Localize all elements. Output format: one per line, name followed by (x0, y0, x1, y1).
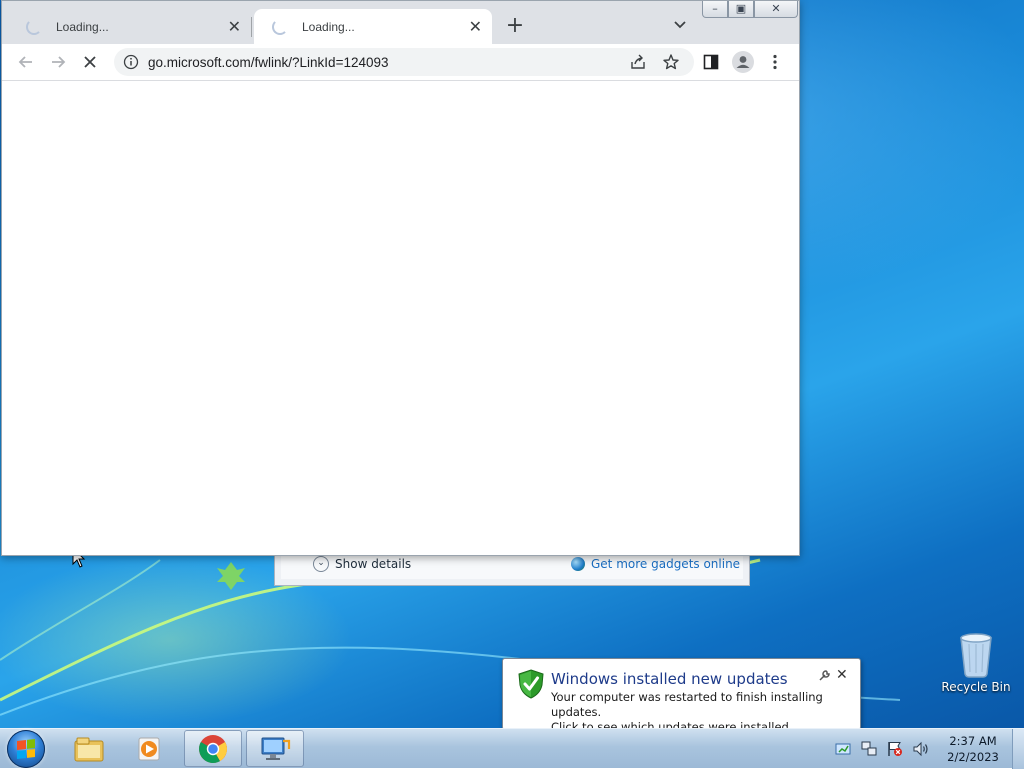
get-more-gadgets-label: Get more gadgets online (591, 557, 741, 571)
taskbar-remote-desktop[interactable] (246, 730, 304, 767)
profile-avatar-icon[interactable] (732, 51, 754, 73)
kebab-menu-icon[interactable] (766, 53, 784, 71)
volume-icon[interactable] (912, 740, 930, 758)
info-icon[interactable] (123, 54, 139, 70)
wrench-icon[interactable] (817, 669, 831, 683)
clock-time: 2:37 AM (949, 734, 997, 748)
url-text: go.microsoft.com/fwlink/?LinkId=124093 (148, 54, 389, 70)
chevron-down-icon: ⌄ (313, 556, 329, 572)
globe-icon (571, 557, 585, 571)
notification-close-icon[interactable]: ✕ (836, 667, 848, 683)
stop-loading-icon[interactable] (80, 52, 100, 72)
tab-2-close-icon[interactable]: ✕ (469, 17, 482, 37)
windows-logo-icon (17, 739, 35, 759)
recycle-bin-label: Recycle Bin (941, 680, 1011, 694)
back-arrow-icon[interactable] (16, 52, 36, 72)
system-clock[interactable]: 2:37 AM 2/2/2023 (938, 733, 1008, 765)
side-panel-icon[interactable] (702, 53, 720, 71)
notification-title: Windows installed new updates (551, 670, 788, 688)
notification-line-1: Your computer was restarted to finish in… (551, 690, 823, 719)
windows-update-tray-icon[interactable] (834, 740, 852, 758)
system-tray (834, 737, 930, 761)
loading-spinner-icon (26, 18, 42, 35)
page-viewport[interactable] (2, 81, 799, 555)
network-icon[interactable] (860, 740, 878, 758)
browser-toolbar: go.microsoft.com/fwlink/?LinkId=124093 (2, 44, 799, 81)
bookmark-star-icon[interactable] (662, 53, 680, 71)
action-center-flag-icon[interactable] (886, 740, 904, 758)
minimize-button[interactable]: – (702, 1, 728, 18)
tab-2-title: Loading... (302, 19, 355, 34)
taskbar-media-player[interactable] (120, 730, 178, 767)
new-tab-button[interactable]: + (502, 13, 528, 39)
chrome-browser-window[interactable]: Loading... ✕ Loading... ✕ + – ▣ ✕ go.mic… (1, 0, 800, 556)
close-window-button[interactable]: ✕ (754, 1, 798, 18)
folder-icon (74, 737, 104, 761)
desktop-icon-recycle-bin[interactable]: Recycle Bin (938, 630, 1014, 694)
gadget-footer-inner: ⌄ Show details Get more gadgets online (281, 554, 743, 579)
tab-1-close-icon[interactable]: ✕ (228, 17, 241, 37)
clock-date: 2/2/2023 (947, 750, 999, 764)
window-controls: – ▣ ✕ (702, 1, 798, 18)
remote-desktop-icon (261, 737, 291, 760)
tab-1-title: Loading... (56, 19, 109, 34)
maximize-button[interactable]: ▣ (728, 1, 754, 18)
taskbar-chrome[interactable] (184, 730, 242, 767)
show-details-label: Show details (335, 557, 412, 571)
notification-line-2: Click to see which updates were installe… (551, 720, 793, 728)
address-bar[interactable]: go.microsoft.com/fwlink/?LinkId=124093 (114, 48, 694, 76)
start-button[interactable] (7, 730, 45, 768)
gadget-gallery-footer: ⌄ Show details Get more gadgets online (274, 554, 750, 586)
show-desktop-button[interactable] (1012, 729, 1024, 769)
forward-arrow-icon[interactable] (48, 52, 68, 72)
shield-check-icon (518, 669, 544, 699)
media-player-icon (138, 737, 160, 760)
show-details-button[interactable]: ⌄ Show details (313, 554, 411, 574)
loading-spinner-icon (272, 18, 288, 35)
update-notification-balloon[interactable]: Windows installed new updates Your compu… (502, 658, 861, 728)
chrome-icon (199, 734, 227, 763)
notification-body: Your computer was restarted to finish in… (551, 690, 860, 728)
tab-2[interactable]: Loading... ✕ (254, 9, 492, 44)
taskbar: 2:37 AM 2/2/2023 (0, 728, 1024, 769)
get-more-gadgets-link[interactable]: Get more gadgets online (571, 554, 740, 574)
recycle-bin-icon (960, 633, 992, 678)
taskbar-explorer[interactable] (60, 730, 118, 767)
tab-separator (251, 17, 252, 37)
tab-1[interactable]: Loading... ✕ (8, 9, 251, 44)
share-icon[interactable] (629, 53, 647, 71)
tab-search-chevron-icon[interactable] (670, 15, 690, 35)
tab-strip: Loading... ✕ Loading... ✕ + – ▣ ✕ (2, 1, 799, 44)
